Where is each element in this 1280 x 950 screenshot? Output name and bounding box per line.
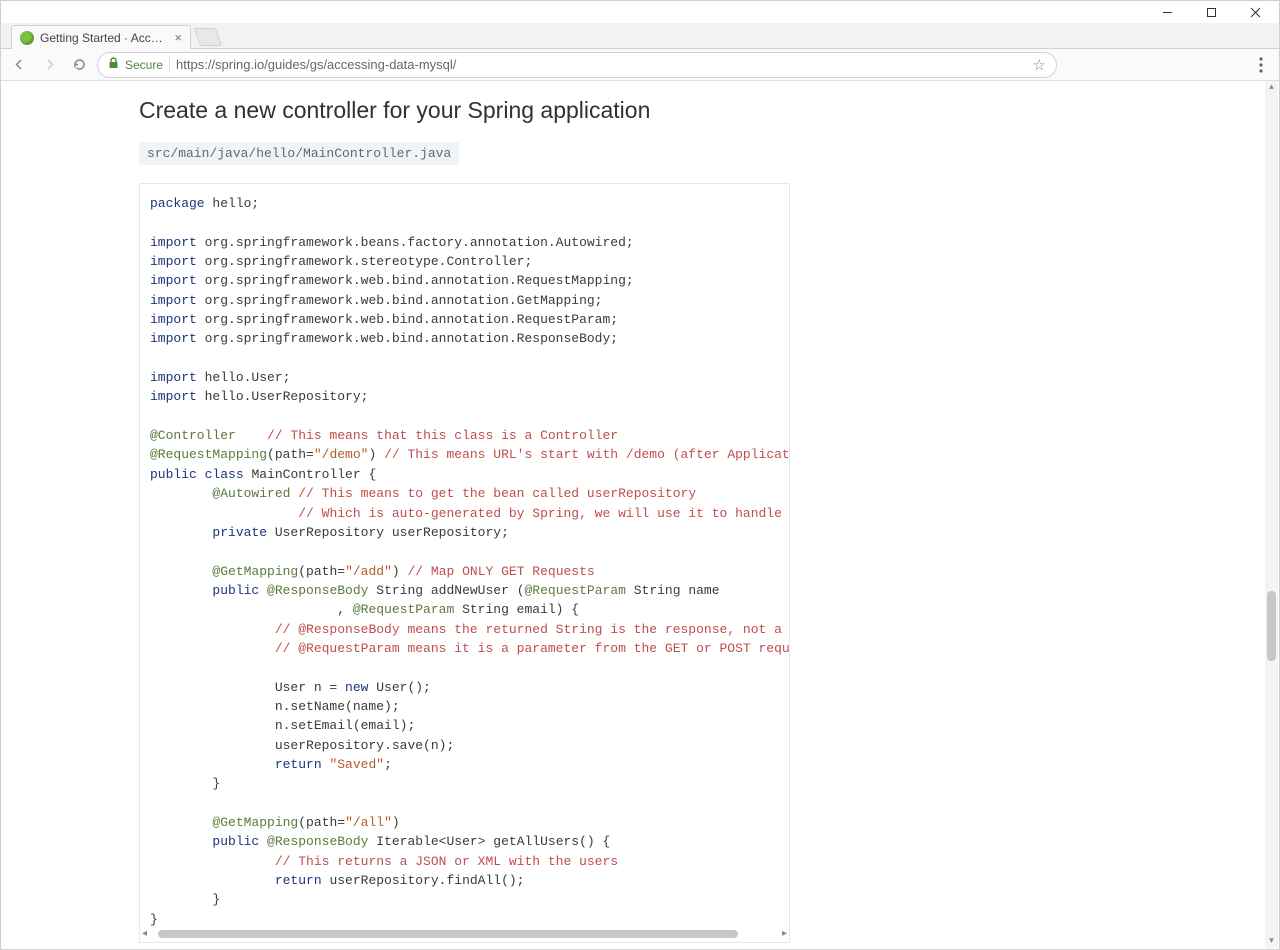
scroll-up-icon[interactable]: ▴ — [1265, 81, 1278, 94]
code-content: package hello; import org.springframewor… — [140, 184, 789, 943]
tab-title: Getting Started · Access… — [40, 31, 164, 45]
section-heading: Create a new controller for your Spring … — [139, 97, 1127, 124]
code-horizontal-scrollbar[interactable]: ◂ ▸ — [144, 930, 785, 940]
scroll-right-icon[interactable]: ▸ — [782, 928, 787, 939]
reload-button[interactable] — [67, 53, 91, 77]
tab-strip: Getting Started · Access… × — [1, 23, 1279, 49]
browser-menu-button[interactable] — [1249, 53, 1273, 77]
page-vertical-scrollbar[interactable]: ▴ ▾ — [1265, 81, 1278, 948]
window-close-button[interactable] — [1233, 1, 1277, 23]
forward-button[interactable] — [37, 53, 61, 77]
address-bar[interactable]: Secure https://spring.io/guides/gs/acces… — [97, 52, 1057, 78]
scroll-thumb[interactable] — [158, 930, 738, 938]
window-titlebar — [1, 1, 1279, 23]
url-text: https://spring.io/guides/gs/accessing-da… — [176, 57, 1027, 72]
tab-close-icon[interactable]: × — [174, 30, 182, 45]
window-maximize-button[interactable] — [1189, 1, 1233, 23]
spring-favicon-icon — [20, 31, 34, 45]
back-button[interactable] — [7, 53, 31, 77]
code-block: package hello; import org.springframewor… — [139, 183, 790, 943]
browser-toolbar: Secure https://spring.io/guides/gs/acces… — [1, 49, 1279, 81]
window-minimize-button[interactable] — [1145, 1, 1189, 23]
address-divider — [169, 57, 170, 73]
secure-label: Secure — [125, 58, 163, 72]
new-tab-button[interactable] — [194, 28, 223, 46]
vertical-scroll-thumb[interactable] — [1267, 591, 1276, 661]
browser-tab[interactable]: Getting Started · Access… × — [11, 25, 191, 49]
page-viewport: Create a new controller for your Spring … — [1, 81, 1265, 948]
bookmark-star-icon[interactable]: ☆ — [1033, 56, 1046, 74]
scroll-down-icon[interactable]: ▾ — [1265, 935, 1278, 948]
source-filepath: src/main/java/hello/MainController.java — [139, 142, 459, 165]
lock-icon — [108, 57, 119, 72]
scroll-left-icon[interactable]: ◂ — [142, 928, 147, 939]
